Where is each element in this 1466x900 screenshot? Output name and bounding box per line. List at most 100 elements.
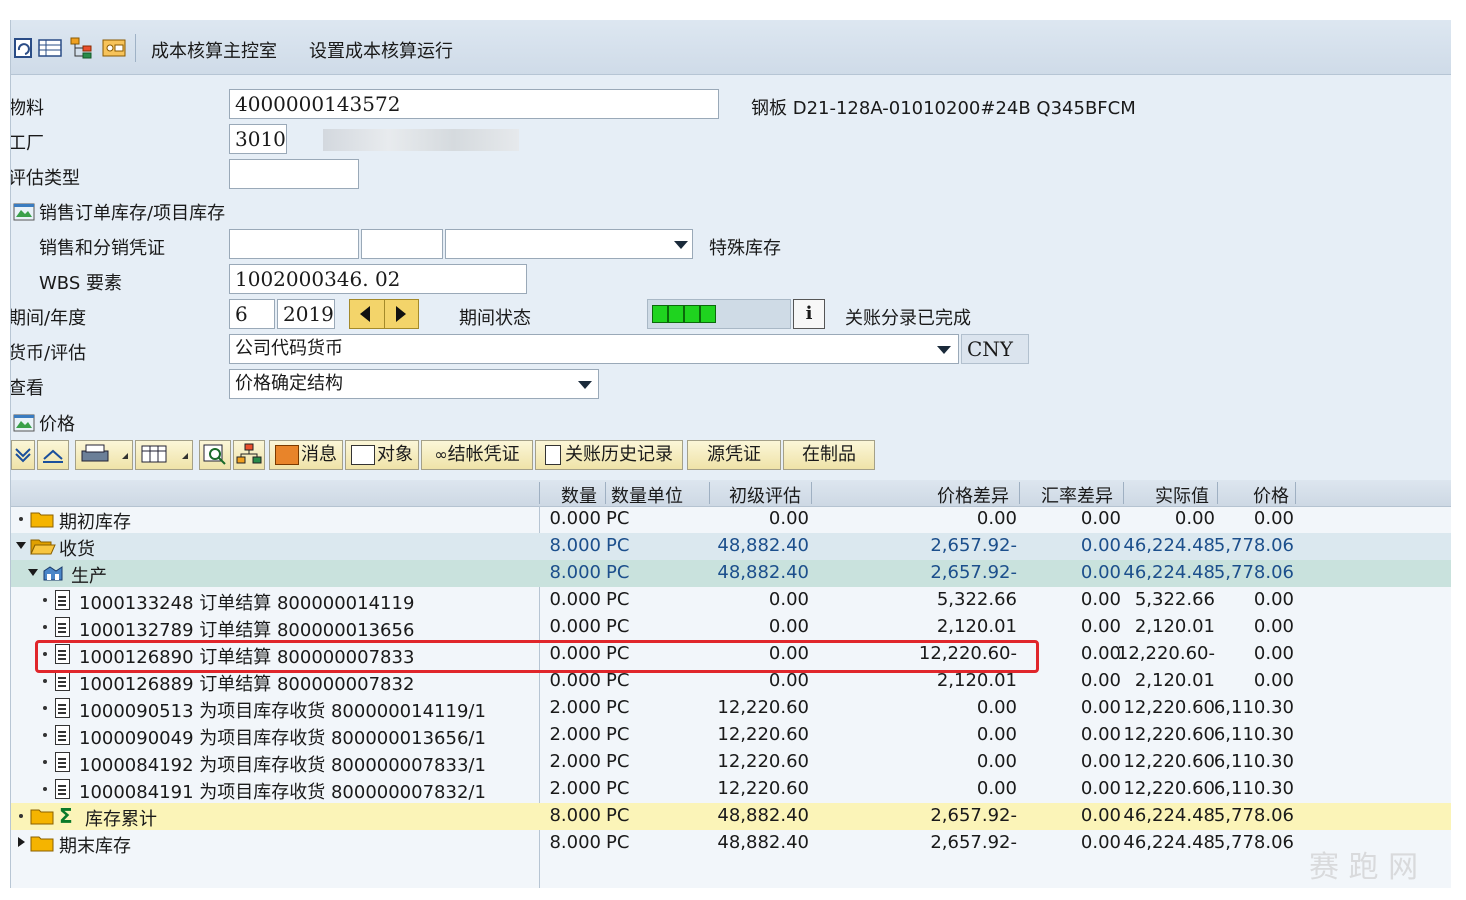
tree-bullet <box>43 733 47 737</box>
expand-all-button[interactable] <box>11 440 35 470</box>
header-fx-difference[interactable]: 汇率差异 <box>1041 482 1113 508</box>
document-icon <box>545 445 561 465</box>
folder-icon <box>30 512 54 528</box>
wbs-input[interactable]: 1002000346. 02 <box>229 264 527 294</box>
menu-costing-run-settings[interactable]: 设置成本核算运行 <box>309 37 453 63</box>
currency-select[interactable]: 公司代码货币 <box>229 334 959 364</box>
cell-actual: 46,224.48 <box>1123 805 1215 826</box>
cell-qty: 8.000 <box>549 805 601 826</box>
table-row[interactable]: 收货 8.000 PC 48,882.40 2,657.92- 0.00 46,224.48… <box>11 533 1451 560</box>
cell-initial: 0.00 <box>768 508 809 529</box>
tree-bullet <box>43 760 47 764</box>
chevron-down-icon[interactable] <box>578 381 592 389</box>
cell-initial: 0.00 <box>768 616 809 637</box>
closing-document-button[interactable]: ∞结帐凭证 <box>421 440 533 470</box>
table-row[interactable]: 1000090513 为项目库存收货 800000014119/1 2.000 PC… <box>11 695 1451 722</box>
table-row[interactable]: 1000084192 为项目库存收货 800000007833/1 2.000 PC… <box>11 749 1451 776</box>
table-row[interactable]: 1000133248 订单结算 800000014119 0.000 PC 0.00 5… <box>11 587 1451 614</box>
sales-project-stock-section[interactable]: 销售订单库存/项目库存 <box>39 199 225 225</box>
cell-pdiff: 2,657.92- <box>930 562 1017 583</box>
refresh-icon[interactable] <box>11 36 37 60</box>
document-icon <box>55 617 70 637</box>
cell-fx: 0.00 <box>1080 589 1121 610</box>
table-view-icon[interactable] <box>37 36 63 60</box>
watermark-text: 赛 跑 网 <box>1309 850 1419 885</box>
price-section[interactable]: 价格 <box>39 410 75 436</box>
cell-price: 6,110.30 <box>1213 724 1294 745</box>
messages-icon <box>275 445 299 465</box>
value-flow-icon[interactable] <box>101 36 127 60</box>
status-light-1 <box>652 305 668 323</box>
layout-button[interactable] <box>135 440 193 470</box>
objects-button[interactable]: 对象 <box>345 440 419 470</box>
tree-bullet <box>43 706 47 710</box>
cell-actual: 12,220.60 <box>1123 751 1215 772</box>
period-input[interactable]: 6 <box>229 299 275 329</box>
table-row[interactable]: 生产 8.000 PC 48,882.40 2,657.92- 0.00 46,224.48… <box>11 560 1451 587</box>
collapse-arrow-icon[interactable] <box>18 837 25 847</box>
table-row[interactable]: 1000084191 为项目库存收货 800000007832/1 2.000 PC… <box>11 776 1451 803</box>
table-row[interactable]: 1000090049 为项目库存收货 800000013656/1 2.000 PC… <box>11 722 1451 749</box>
currency-code: CNY <box>961 334 1029 364</box>
messages-button[interactable]: 消息 <box>269 440 343 470</box>
header-initial-valuation[interactable]: 初级评估 <box>729 482 801 508</box>
source-document-button[interactable]: 源凭证 <box>687 440 781 470</box>
cell-pdiff: 0.00 <box>976 751 1017 772</box>
messages-label: 消息 <box>301 444 337 465</box>
sd-document-label: 销售和分销凭证 <box>39 238 165 259</box>
view-select[interactable]: 价格确定结构 <box>229 369 599 399</box>
previous-period-icon[interactable] <box>360 306 370 322</box>
cell-actual: 2,120.01 <box>1134 616 1215 637</box>
cell-actual: 12,220.60 <box>1123 697 1215 718</box>
org-chart-icon <box>236 443 262 464</box>
cell-actual: 46,224.48 <box>1123 535 1215 556</box>
table-row[interactable]: 期末库存 8.000 PC 48,882.40 2,657.92- 0.00 46,224.… <box>11 830 1451 857</box>
expand-arrow-icon[interactable] <box>28 569 38 576</box>
special-stock-select[interactable] <box>445 229 693 259</box>
cell-pdiff: 2,120.01 <box>936 616 1017 637</box>
material-input[interactable]: 4000000143572 <box>229 89 719 119</box>
folder-open-icon[interactable] <box>13 201 35 221</box>
header-actual-value[interactable]: 实际值 <box>1155 482 1209 508</box>
year-input[interactable]: 2019 <box>277 299 335 329</box>
toolbar-separator <box>135 34 136 62</box>
chevron-down-icon[interactable] <box>674 241 688 249</box>
cell-price: 0.00 <box>1253 508 1294 529</box>
cell-pdiff: 5,322.66 <box>936 589 1017 610</box>
collapse-all-button[interactable] <box>37 440 69 470</box>
tree-bullet <box>43 625 47 629</box>
valuation-type-input[interactable] <box>229 159 359 189</box>
cell-fx: 0.00 <box>1080 508 1121 529</box>
header-unit[interactable]: 数量单位 <box>611 482 683 508</box>
document-icon <box>55 725 70 745</box>
structure-button[interactable] <box>233 440 265 470</box>
menu-costing-cockpit[interactable]: 成本核算主控室 <box>151 37 277 63</box>
header-price[interactable]: 价格 <box>1253 482 1289 508</box>
sd-document-input[interactable] <box>229 229 359 259</box>
column-separator <box>1295 482 1296 504</box>
info-icon[interactable]: i <box>793 299 825 329</box>
detail-button[interactable] <box>199 440 231 470</box>
cell-unit: PC <box>606 670 630 691</box>
folder-open-icon[interactable] <box>13 412 35 432</box>
next-period-icon[interactable] <box>396 306 406 322</box>
sd-item-input[interactable] <box>361 229 443 259</box>
cell-price: 6,110.30 <box>1213 697 1294 718</box>
header-quantity[interactable]: 数量 <box>561 482 597 508</box>
cell-fx: 0.00 <box>1080 643 1121 664</box>
cell-fx: 0.00 <box>1080 616 1121 637</box>
cell-actual: 12,220.60- <box>1116 643 1215 664</box>
expand-arrow-icon[interactable] <box>16 542 26 549</box>
plant-input[interactable]: 3010 <box>229 124 287 154</box>
nav-divider <box>384 300 385 328</box>
table-row[interactable]: Σ 库存累计 8.000 PC 48,882.40 2,657.92- 0.00 46,224… <box>11 803 1451 830</box>
print-button[interactable] <box>75 440 133 470</box>
hierarchy-icon[interactable] <box>69 36 95 60</box>
header-price-difference[interactable]: 价格差异 <box>937 482 1009 508</box>
closing-history-button[interactable]: 关账历史记录 <box>535 440 683 470</box>
cell-initial: 12,220.60 <box>717 778 809 799</box>
chevron-down-icon[interactable] <box>937 346 951 354</box>
table-row[interactable]: 期初库存 0.000 PC 0.00 0.00 0.00 0.00 0.00 <box>11 506 1451 533</box>
table-row[interactable]: 1000132789 订单结算 800000013656 0.000 PC 0.00 2… <box>11 614 1451 641</box>
wip-button[interactable]: 在制品 <box>783 440 875 470</box>
